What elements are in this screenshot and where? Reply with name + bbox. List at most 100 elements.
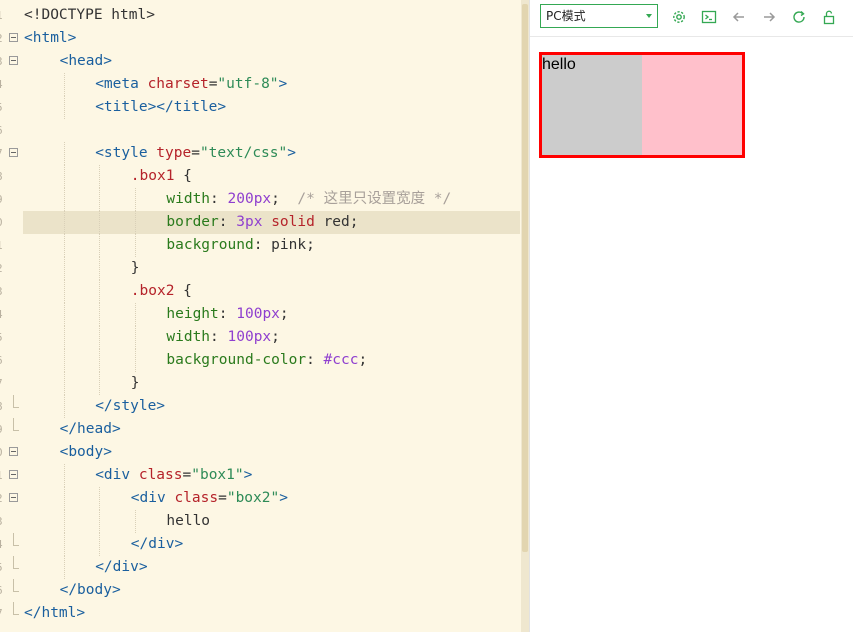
line-number: 2 bbox=[0, 27, 6, 50]
code-line[interactable]: 0 <body> bbox=[0, 441, 521, 464]
code-text: <body> bbox=[60, 441, 112, 464]
code-token: /* 这里只设置宽度 */ bbox=[297, 191, 452, 207]
code-line[interactable]: 7 </html> bbox=[0, 602, 521, 625]
line-number: 5 bbox=[0, 326, 6, 349]
fold-toggle-icon[interactable] bbox=[9, 447, 18, 456]
code-line[interactable]: 1 <div class="box1"> bbox=[0, 464, 521, 487]
code-line[interactable]: 8 </style> bbox=[0, 395, 521, 418]
line-number: 7 bbox=[0, 372, 6, 395]
code-text: .box2 { bbox=[131, 280, 192, 303]
mode-select[interactable]: PC模式 bbox=[540, 4, 658, 28]
code-token: 100px bbox=[227, 329, 272, 345]
fold-end-marker bbox=[13, 556, 19, 569]
code-line[interactable]: 3 hello bbox=[0, 510, 521, 533]
fold-toggle-icon[interactable] bbox=[9, 493, 18, 502]
code-token: background bbox=[166, 237, 254, 253]
code-token: class bbox=[138, 467, 183, 483]
code-text: width: 100px; bbox=[166, 326, 280, 349]
hello-text: hello bbox=[542, 56, 576, 73]
code-token: solid bbox=[271, 214, 315, 230]
indent-guide bbox=[99, 303, 101, 326]
line-number: 5 bbox=[0, 556, 6, 579]
code-editor[interactable]: 1 <!DOCTYPE html> 2 <html> 3 <head> 4 <meta cha… bbox=[0, 0, 521, 632]
code-line[interactable]: 7} bbox=[0, 372, 521, 395]
code-line[interactable]: 9 </head> bbox=[0, 418, 521, 441]
code-token: </div> bbox=[95, 559, 148, 575]
code-line[interactable]: 4 <meta charset="utf-8"> bbox=[0, 73, 521, 96]
code-line[interactable]: 4 height: 100px; bbox=[0, 303, 521, 326]
indent-guide bbox=[99, 188, 101, 211]
code-line[interactable]: 8 .box1 { bbox=[0, 165, 521, 188]
code-line[interactable]: 3 <head> bbox=[0, 50, 521, 73]
line-number: 4 bbox=[0, 73, 6, 96]
indent-guide bbox=[63, 188, 66, 211]
code-line[interactable]: 0 border: 3px solid red; bbox=[0, 211, 521, 234]
code-token: } bbox=[130, 260, 140, 276]
line-number: 7 bbox=[0, 602, 6, 625]
indent-guide bbox=[134, 211, 137, 234]
code-token: </div> bbox=[130, 536, 184, 552]
indent-guide bbox=[63, 464, 66, 487]
code-token: </html> bbox=[24, 605, 86, 621]
code-text: </style> bbox=[95, 395, 165, 418]
line-number: 6 bbox=[0, 579, 6, 602]
code-token: </body> bbox=[59, 582, 121, 598]
indent-guide bbox=[63, 372, 66, 395]
code-line[interactable]: 4 </div> bbox=[0, 533, 521, 556]
code-line[interactable]: 2 <div class="box2"> bbox=[0, 487, 521, 510]
preview-panel: PC模式 hello bbox=[529, 0, 853, 632]
fold-toggle-icon[interactable] bbox=[9, 33, 18, 42]
mode-select-value: PC模式 bbox=[546, 9, 586, 23]
code-token: charset bbox=[147, 76, 209, 92]
indent-guide bbox=[99, 257, 101, 280]
fold-toggle-icon[interactable] bbox=[9, 148, 18, 157]
fold-end-marker bbox=[13, 418, 19, 431]
code-token: = bbox=[218, 490, 227, 506]
code-text: <title></title> bbox=[95, 96, 226, 119]
code-text: background: pink; bbox=[166, 234, 314, 257]
code-token: width bbox=[166, 329, 211, 345]
terminal-icon[interactable] bbox=[701, 9, 717, 25]
code-token: <meta bbox=[95, 76, 148, 92]
code-line[interactable]: 3 .box2 { bbox=[0, 280, 521, 303]
code-token: : bbox=[210, 329, 228, 345]
forward-arrow-icon[interactable] bbox=[761, 9, 777, 25]
code-line[interactable]: 9 width: 200px; /* 这里只设置宽度 */ bbox=[0, 188, 521, 211]
code-line[interactable]: 6 bbox=[0, 119, 521, 142]
code-token: = bbox=[182, 467, 192, 483]
code-token: <!DOCTYPE html> bbox=[24, 7, 155, 23]
code-line[interactable]: 5 <title></title> bbox=[0, 96, 521, 119]
code-token: "box2" bbox=[226, 490, 280, 506]
indent-guide bbox=[63, 533, 66, 556]
settings-icon[interactable] bbox=[671, 9, 687, 25]
code-line[interactable]: 5 width: 100px; bbox=[0, 326, 521, 349]
fold-toggle-icon[interactable] bbox=[9, 56, 18, 65]
code-line[interactable]: 6 background-color: #ccc; bbox=[0, 349, 521, 372]
editor-scrollbar-thumb[interactable] bbox=[522, 4, 528, 552]
refresh-icon[interactable] bbox=[791, 9, 807, 25]
code-line[interactable]: 1 <!DOCTYPE html> bbox=[0, 4, 521, 27]
fold-end-marker bbox=[13, 395, 19, 408]
indent-guide bbox=[99, 326, 101, 349]
back-arrow-icon[interactable] bbox=[731, 9, 747, 25]
fold-toggle-icon[interactable] bbox=[9, 470, 18, 479]
code-line[interactable]: 6 </body> bbox=[0, 579, 521, 602]
unlock-icon[interactable] bbox=[821, 9, 837, 25]
line-number: 9 bbox=[0, 418, 6, 441]
code-token: { bbox=[174, 168, 192, 184]
code-line[interactable]: 2 <html> bbox=[0, 27, 521, 50]
line-number: 3 bbox=[0, 50, 6, 73]
code-line[interactable]: 5 </div> bbox=[0, 556, 521, 579]
indent-guide bbox=[63, 349, 66, 372]
code-line[interactable]: 2} bbox=[0, 257, 521, 280]
code-line[interactable]: 7 <style type="text/css"> bbox=[0, 142, 521, 165]
line-number: 1 bbox=[0, 234, 6, 257]
preview-render-area: hello bbox=[530, 44, 853, 632]
code-lines: 1 <!DOCTYPE html> 2 <html> 3 <head> 4 <meta cha… bbox=[0, 4, 521, 625]
code-token: <body> bbox=[59, 444, 112, 460]
code-text: hello bbox=[166, 510, 210, 533]
code-token: .box2 bbox=[130, 283, 175, 299]
code-text: height: 100px; bbox=[166, 303, 288, 326]
code-token: > bbox=[287, 145, 296, 161]
code-line[interactable]: 1 background: pink; bbox=[0, 234, 521, 257]
